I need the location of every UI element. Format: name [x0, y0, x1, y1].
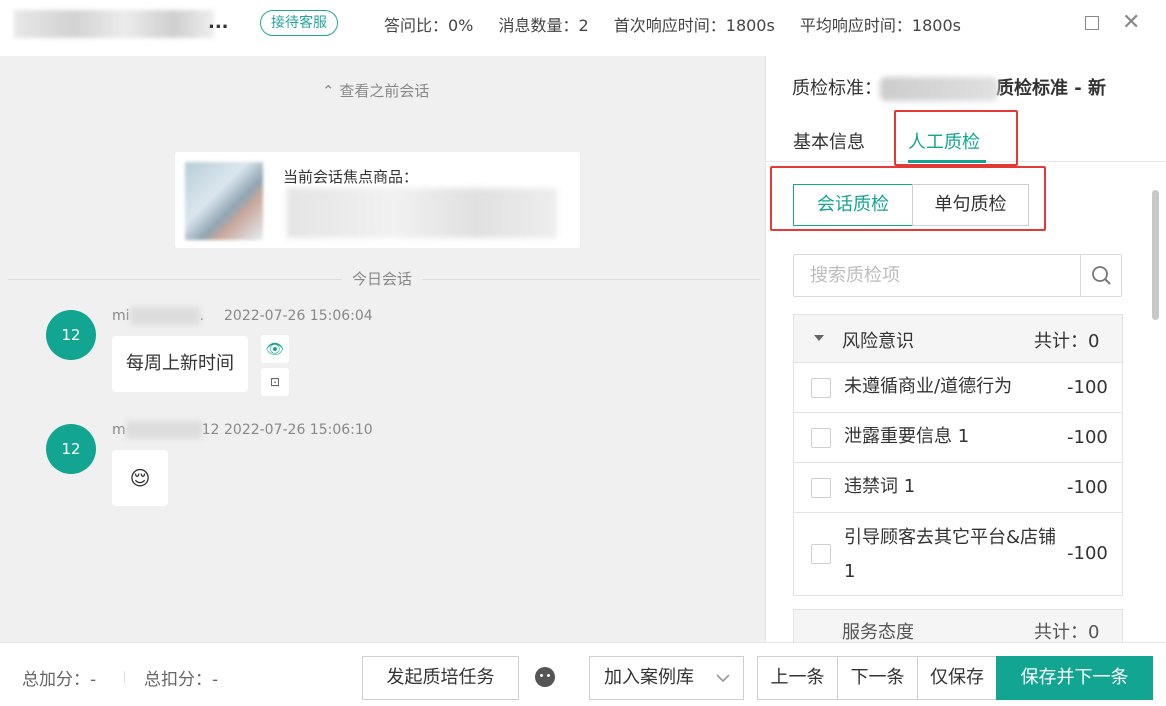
qc-tabs: 基本信息 人工质检: [766, 118, 1166, 163]
next-button[interactable]: 下一条: [837, 656, 918, 700]
item-score: -100: [1067, 377, 1108, 398]
qc-item: 引导顾客去其它平台&店铺 1 -100: [794, 513, 1122, 596]
active-tab-underline: [908, 160, 986, 163]
collapse-icon[interactable]: [814, 335, 824, 341]
chevron-down-icon: [716, 674, 730, 683]
item-label: 引导顾客去其它平台&店铺 1: [844, 527, 1057, 582]
message-time: 2022-07-26 15:06:04: [224, 308, 373, 324]
message-time: 2022-07-26 15:06:10: [224, 422, 373, 438]
view-previous-sessions-link[interactable]: ⌃ 查看之前会话: [322, 80, 429, 101]
segment-sentence-qc[interactable]: 单句质检: [912, 184, 1029, 226]
search-button[interactable]: [1080, 255, 1122, 296]
today-label: 今日会话: [342, 268, 423, 289]
start-training-button[interactable]: 发起质培任务: [362, 656, 519, 700]
group-title: 风险意识: [842, 331, 914, 352]
stat-avg-response: 平均响应时间：1800s: [799, 16, 961, 35]
add-to-case-library-select[interactable]: 加入案例库: [589, 656, 744, 700]
robot-icon[interactable]: [535, 667, 555, 687]
reception-badge[interactable]: 接待客服: [260, 10, 338, 36]
total-add-score: 总加分：-: [22, 670, 97, 690]
message-bubble: 😌: [112, 450, 168, 506]
stat-message-count: 消息数量：2: [498, 16, 589, 35]
item-label: 违禁词 1: [844, 476, 916, 497]
qc-item: 未遵循商业/道德行为 -100: [794, 363, 1122, 413]
stat-first-response: 首次响应时间：1800s: [613, 16, 775, 35]
qc-search: [793, 254, 1122, 297]
avatar: 12: [46, 310, 96, 360]
group-header[interactable]: 风险意识 共计：0: [794, 315, 1122, 363]
stat-answer-ratio: 答问比：0%: [384, 16, 474, 35]
item-checkbox[interactable]: [811, 428, 831, 448]
footer-separator: [124, 671, 125, 683]
qc-panel: 质检标准：质检标准 - 新 基本信息 人工质检 会话质检 单句质检 风险意识 共…: [765, 56, 1166, 649]
focus-product-card: 当前会话焦点商品：: [175, 152, 580, 248]
avatar: 12: [46, 424, 96, 474]
search-icon: [1092, 266, 1111, 285]
maximize-icon[interactable]: [1085, 16, 1099, 30]
segment-session-qc[interactable]: 会话质检: [793, 184, 913, 226]
search-input[interactable]: [794, 255, 1078, 296]
customer-name-tail: ...: [208, 12, 229, 33]
group-count: 共计：0: [1034, 331, 1100, 352]
qc-item: 违禁词 1 -100: [794, 463, 1122, 513]
feedback-icon[interactable]: ⊡: [261, 368, 289, 396]
session-stats: 答问比：0% 消息数量：2 首次响应时间：1800s 平均响应时间：1800s: [384, 12, 981, 36]
sender-name: m 12: [112, 421, 220, 439]
group-count: 共计：0: [1034, 622, 1100, 643]
qc-standard: 质检标准： 质检标准 - 新: [792, 77, 1107, 101]
qc-group-risk: 风险意识 共计：0 未遵循商业/道德行为 -100 泄露重要信息 1 -100 …: [793, 314, 1123, 596]
save-only-button[interactable]: 仅保存: [917, 656, 997, 700]
blurred-customer-name: [14, 10, 214, 38]
group-title: 服务态度: [842, 622, 914, 643]
item-checkbox[interactable]: [811, 378, 831, 398]
message-bubble: 每周上新时间: [112, 336, 248, 392]
item-checkbox[interactable]: [811, 544, 831, 564]
title-bar: ... 接待客服 答问比：0% 消息数量：2 首次响应时间：1800s 平均响应…: [0, 0, 1166, 50]
item-checkbox[interactable]: [811, 478, 831, 498]
total-sub-score: 总扣分：-: [144, 670, 219, 690]
product-label: 当前会话焦点商品：: [283, 168, 419, 186]
save-and-next-button[interactable]: 保存并下一条: [996, 656, 1153, 700]
item-score: -100: [1067, 427, 1108, 448]
item-score: -100: [1067, 477, 1108, 498]
blurred-product-info: [287, 188, 557, 238]
scrollbar[interactable]: [1152, 190, 1159, 320]
tab-basic-info[interactable]: 基本信息: [793, 128, 865, 154]
footer-bar: 总加分：- 总扣分：- 发起质培任务 加入案例库 上一条 下一条 仅保存 保存并…: [0, 642, 1166, 706]
item-score: -100: [1067, 543, 1108, 564]
eye-icon[interactable]: 👁: [261, 335, 289, 363]
item-label: 泄露重要信息 1: [844, 426, 970, 447]
product-image: [185, 162, 263, 240]
qc-item: 泄露重要信息 1 -100: [794, 413, 1122, 463]
prev-button[interactable]: 上一条: [757, 656, 838, 700]
sender-name: mi.: [112, 307, 204, 325]
tab-manual-qc[interactable]: 人工质检: [908, 128, 980, 154]
item-label: 未遵循商业/道德行为: [844, 376, 1013, 397]
chat-panel: ⌃ 查看之前会话 当前会话焦点商品： 今日会话 12 mi. 2022-07-2…: [0, 56, 765, 642]
close-icon[interactable]: ✕: [1122, 12, 1140, 34]
select-label: 加入案例库: [604, 667, 694, 688]
